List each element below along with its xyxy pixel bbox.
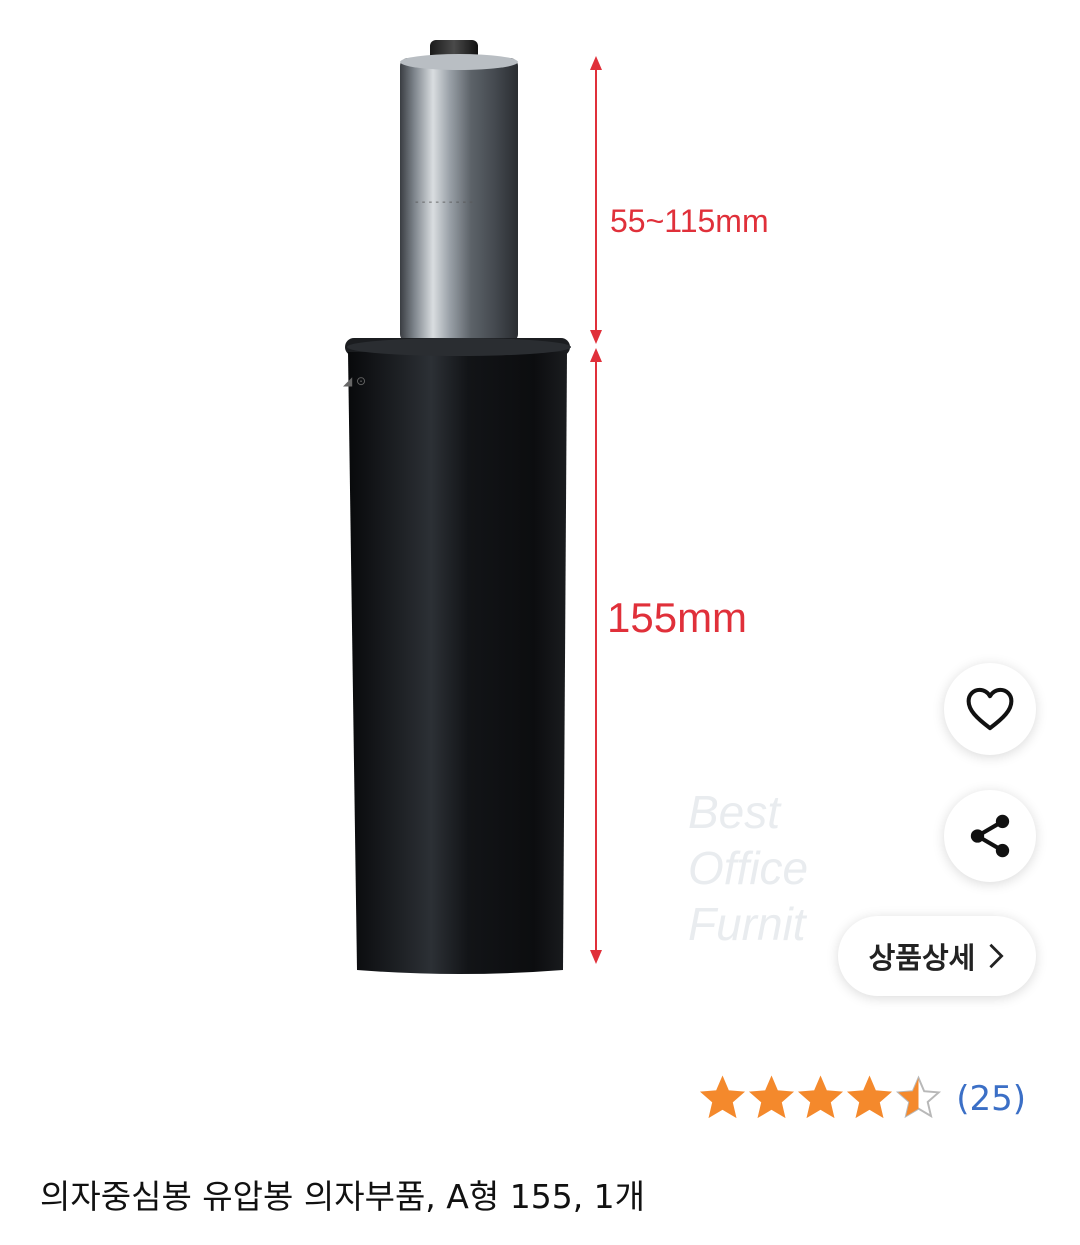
dimension-label-bottom: 155mm [607,594,747,641]
dimension-line-top [590,56,602,344]
dimension-line-bottom [590,348,602,964]
product-detail-button[interactable]: 상품상세 [838,916,1036,996]
star-icon [847,1075,893,1119]
star-icon [896,1075,942,1119]
svg-text:- - - - - - - - -: - - - - - - - - - [415,197,473,208]
star-icon [700,1075,746,1119]
star-icon [749,1075,795,1119]
review-count[interactable]: (25) [956,1079,1026,1119]
black-cylinder: ◢ ⊙ [343,338,571,974]
svg-text:◢ ⊙: ◢ ⊙ [343,374,366,388]
share-icon [970,814,1010,858]
heart-icon [966,687,1014,731]
share-button[interactable] [944,790,1036,882]
chrome-rod: - - - - - - - - - [400,54,518,342]
star-icon [798,1075,844,1119]
watermark-line-2: Office [688,842,808,894]
star-rating [699,1075,942,1122]
chevron-right-icon [989,943,1004,969]
watermark-line-3: Furnit [688,898,808,950]
watermark: Best Office Furnit [688,786,808,950]
product-title: 의자중심봉 유압봉 의자부품, A형 155, 1개 [40,1177,646,1216]
product-image[interactable]: - - - - - - - - - ◢ ⊙ 55~115mm 155mm Bes… [0,0,1080,1060]
dimension-label-top: 55~115mm [610,203,769,239]
rating[interactable]: (25) [699,1075,1026,1122]
wishlist-button[interactable] [944,663,1036,755]
product-detail-label: 상품상세 [868,941,976,975]
watermark-line-1: Best [688,786,782,838]
